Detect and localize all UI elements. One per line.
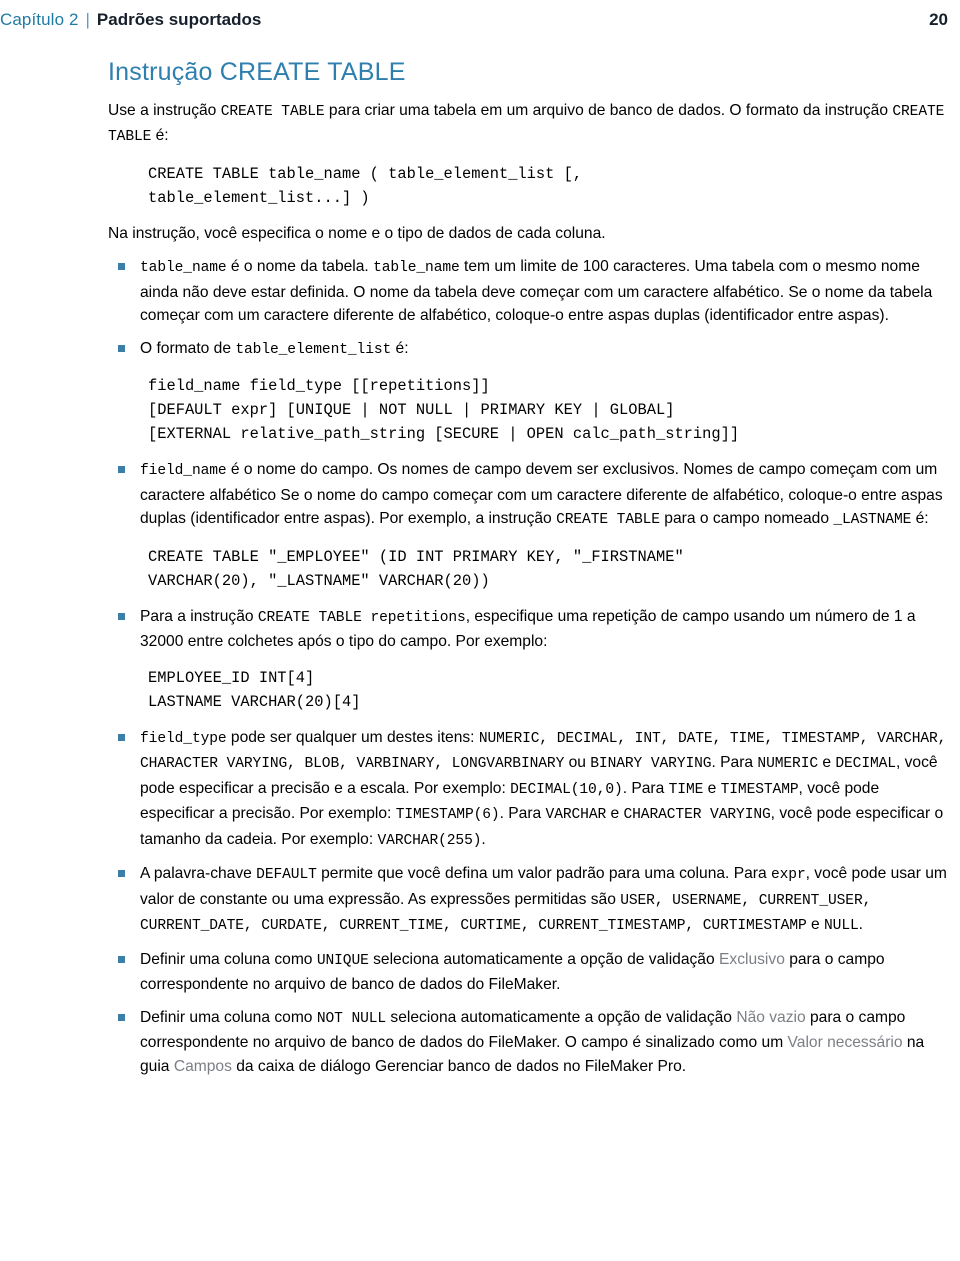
- field-type-text-2: ou: [564, 754, 591, 772]
- bullet-item-table-element-list-format: O formato de table_element_list é:: [108, 337, 950, 363]
- code-block-employee-example: CREATE TABLE "_EMPLOYEE" (ID INT PRIMARY…: [148, 547, 684, 590]
- page-title: Instrução CREATE TABLE: [108, 58, 406, 86]
- field-name-code-3: _LASTNAME: [833, 512, 912, 529]
- running-header: Capítulo 2 | Padrões suportados 20: [0, 10, 960, 40]
- bullet-item-not-null: Definir uma coluna como NOT NULL selecio…: [108, 1006, 950, 1079]
- field-type-code-10: VARCHAR: [545, 807, 607, 824]
- field-type-code-3: BINARY VARYING: [590, 756, 712, 773]
- field-name-text-2: para o campo nomeado: [659, 510, 834, 528]
- intro-text-2: para criar uma tabela em um arquivo de b…: [324, 101, 893, 119]
- notnull-highlight-campos: Campos: [173, 1057, 232, 1075]
- repetitions-text-1: Para a instrução: [140, 607, 258, 625]
- page-content: Instrução CREATE TABLE Use a instrução C…: [108, 58, 950, 1087]
- notnull-text-1: Definir uma coluna como: [140, 1008, 317, 1026]
- intro-text-1: Use a instrução: [108, 101, 221, 119]
- field-type-code-1: field_type: [140, 730, 227, 747]
- field-type-code-5: DECIMAL: [835, 756, 896, 773]
- bullet-list-repetitions: Para a instrução CREATE TABLE repetition…: [108, 605, 950, 654]
- bullet-item-repetitions: Para a instrução CREATE TABLE repetition…: [108, 605, 950, 654]
- code-block-table-element-list: field_name field_type [[repetitions]] [D…: [148, 377, 740, 444]
- default-text-5: .: [858, 916, 863, 934]
- square-bullet-icon: [118, 344, 125, 352]
- format-list-text-2: é:: [391, 339, 409, 357]
- paragraph-after-syntax: Na instrução, você especifica o nome e o…: [108, 224, 606, 242]
- page-number: 20: [929, 10, 948, 29]
- default-text-4: e: [806, 916, 824, 934]
- square-bullet-icon: [118, 612, 125, 620]
- field-type-text-6: . Para: [622, 779, 669, 797]
- field-type-text-4: e: [818, 754, 836, 772]
- field-name-text-3: é:: [911, 510, 929, 528]
- intro-paragraph: Use a instrução CREATE TABLE para criar …: [108, 99, 950, 150]
- unique-text-2: seleciona automaticamente a opção de val…: [368, 950, 719, 968]
- notnull-text-5: da caixa de diálogo Gerenciar banco de d…: [231, 1057, 687, 1075]
- format-list-text-1: O formato de: [140, 339, 236, 357]
- unique-text-1: Definir uma coluna como: [140, 950, 317, 968]
- field-type-text-9: . Para: [499, 805, 546, 823]
- square-bullet-icon: [118, 733, 125, 741]
- header-chapter-label: Capítulo 2: [0, 10, 79, 29]
- unique-highlight-exclusivo: Exclusivo: [719, 950, 785, 968]
- field-type-text-3: . Para: [711, 754, 758, 772]
- unique-code-1: UNIQUE: [316, 952, 369, 969]
- field-type-code-12: VARCHAR(255): [377, 832, 482, 849]
- square-bullet-icon: [118, 466, 125, 474]
- table-name-text-1: é o nome da tabela.: [226, 258, 374, 276]
- square-bullet-icon: [118, 870, 125, 878]
- bullet-list-top: table_name é o nome da tabela. table_nam…: [108, 255, 950, 362]
- square-bullet-icon: [118, 1013, 125, 1021]
- bullet-item-field-type: field_type pode ser qualquer um destes i…: [108, 726, 950, 854]
- field-type-code-4: NUMERIC: [757, 756, 819, 773]
- notnull-code-1: NOT NULL: [316, 1010, 387, 1027]
- default-code-2: expr: [770, 867, 806, 884]
- intro-text-3: é:: [151, 127, 169, 145]
- field-type-text-1: pode ser qualquer um destes itens:: [226, 728, 479, 746]
- square-bullet-icon: [118, 955, 125, 963]
- field-name-code-1: field_name: [140, 463, 227, 480]
- field-type-text-12: .: [481, 830, 486, 848]
- field-type-code-8: TIMESTAMP: [720, 781, 799, 798]
- code-block-repetitions-example: EMPLOYEE_ID INT[4] LASTNAME VARCHAR(20)[…: [148, 668, 361, 711]
- field-name-code-2: CREATE TABLE: [556, 512, 660, 529]
- notnull-highlight-valor-necessario: Valor necessário: [787, 1034, 903, 1052]
- bullet-list-field-name: field_name é o nome do campo. Os nomes d…: [108, 458, 950, 533]
- code-block-create-table-syntax: CREATE TABLE table_name ( table_element_…: [148, 164, 583, 207]
- format-list-code-1: table_element_list: [235, 341, 392, 358]
- bullet-item-default-keyword: A palavra-chave DEFAULT permite que você…: [108, 862, 950, 939]
- square-bullet-icon: [118, 263, 125, 271]
- notnull-text-2: seleciona automaticamente a opção de val…: [386, 1008, 737, 1026]
- repetitions-code-1: CREATE TABLE repetitions: [257, 609, 466, 626]
- notnull-highlight-nao-vazio: Não vazio: [736, 1008, 806, 1026]
- default-text-1: A palavra-chave: [140, 865, 257, 883]
- bullet-list-bottom: field_type pode ser qualquer um destes i…: [108, 726, 950, 1079]
- field-type-text-7: e: [703, 779, 721, 797]
- document-page: Capítulo 2 | Padrões suportados 20 Instr…: [0, 0, 960, 1261]
- default-text-2: permite que você defina um valor padrão …: [316, 865, 771, 883]
- table-name-code-2: table_name: [373, 260, 460, 277]
- field-type-code-6: DECIMAL(10,0): [510, 781, 623, 798]
- header-separator: |: [85, 10, 90, 29]
- default-code-1: DEFAULT: [256, 867, 317, 884]
- default-code-4: NULL: [824, 918, 859, 935]
- field-type-text-10: e: [606, 805, 624, 823]
- field-type-code-9: TIMESTAMP(6): [395, 807, 500, 824]
- table-name-code-1: table_name: [140, 260, 227, 277]
- header-section-label: Padrões suportados: [96, 10, 262, 29]
- bullet-item-unique: Definir uma coluna como UNIQUE seleciona…: [108, 948, 950, 997]
- bullet-item-table-name: table_name é o nome da tabela. table_nam…: [108, 255, 950, 328]
- bullet-item-field-name: field_name é o nome do campo. Os nomes d…: [108, 458, 950, 533]
- field-type-code-7: TIME: [668, 781, 704, 798]
- field-type-code-11: CHARACTER VARYING: [623, 807, 771, 824]
- intro-code-1: CREATE TABLE: [220, 103, 325, 120]
